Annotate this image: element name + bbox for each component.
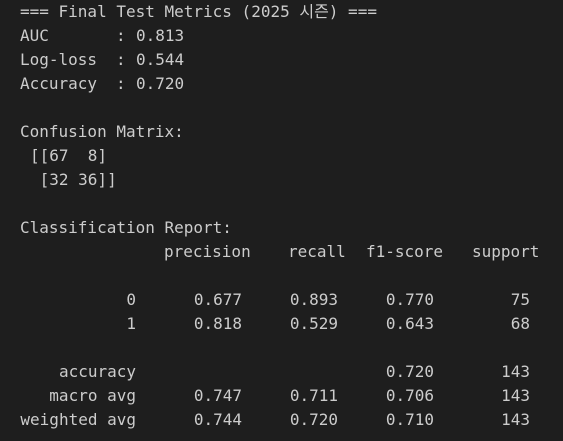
cell-f1: 0.770 <box>385 290 434 309</box>
row-label: weighted avg <box>20 410 136 429</box>
cell-support: 75 <box>510 290 530 309</box>
cell-precision: 0.744 <box>193 410 242 429</box>
cell-precision: 0.747 <box>193 386 242 405</box>
cell-recall: 0.711 <box>289 386 338 405</box>
report-class-row: 0 0.677 0.893 0.770 75 <box>20 288 563 312</box>
cell-f1: 0.643 <box>385 314 434 333</box>
cell-recall: 0.720 <box>289 410 338 429</box>
confusion-title: Confusion Matrix: <box>20 122 184 141</box>
cell-support: 143 <box>501 386 530 405</box>
report-summary-row: macro avg 0.747 0.711 0.706 143 <box>20 384 563 408</box>
metric-label: Log-loss <box>20 50 98 69</box>
report-class-row: 1 0.818 0.529 0.643 68 <box>20 312 563 336</box>
cell-precision: 0.677 <box>193 290 242 309</box>
cell-recall: 0.893 <box>289 290 338 309</box>
row-label: 0 <box>126 290 136 309</box>
metric-separator: : <box>116 74 126 93</box>
metric-separator: : <box>116 50 126 69</box>
metric-value: 0.813 <box>136 26 185 45</box>
metric-row: AUC : 0.813 <box>20 24 563 48</box>
cell-support: 143 <box>501 362 530 381</box>
row-label: 1 <box>126 314 136 333</box>
metric-row: Accuracy : 0.720 <box>20 72 563 96</box>
col-header-support: support <box>472 242 540 261</box>
cell-f1: 0.706 <box>385 386 434 405</box>
col-header-recall: recall <box>288 242 346 261</box>
row-label: macro avg <box>49 386 136 405</box>
metric-value: 0.720 <box>136 74 185 93</box>
confusion-row: [[67 8] <box>30 146 108 165</box>
terminal-output: === Final Test Metrics (2025 시즌) === AUC… <box>0 0 563 441</box>
confusion-row: [32 36]] <box>30 170 117 189</box>
report-title: Classification Report: <box>20 218 232 237</box>
cell-f1: 0.720 <box>385 362 434 381</box>
metric-row: Log-loss : 0.544 <box>20 48 563 72</box>
col-header-f1: f1-score <box>366 242 444 261</box>
report-summary-row: weighted avg 0.744 0.720 0.710 143 <box>20 408 563 432</box>
row-label: accuracy <box>58 362 136 381</box>
metrics-header: === Final Test Metrics (2025 시즌) === <box>20 2 377 21</box>
cell-support: 68 <box>510 314 530 333</box>
cell-precision: 0.818 <box>193 314 242 333</box>
report-summary-row: accuracy 0.720 143 <box>20 360 563 384</box>
cell-support: 143 <box>501 410 530 429</box>
report-header-row: precision recall f1-score support <box>20 240 563 264</box>
col-header-precision: precision <box>164 242 251 261</box>
metric-label: AUC <box>20 26 49 45</box>
cell-f1: 0.710 <box>385 410 434 429</box>
metric-value: 0.544 <box>136 50 185 69</box>
metric-separator: : <box>116 26 126 45</box>
cell-recall: 0.529 <box>289 314 338 333</box>
metric-label: Accuracy <box>20 74 98 93</box>
